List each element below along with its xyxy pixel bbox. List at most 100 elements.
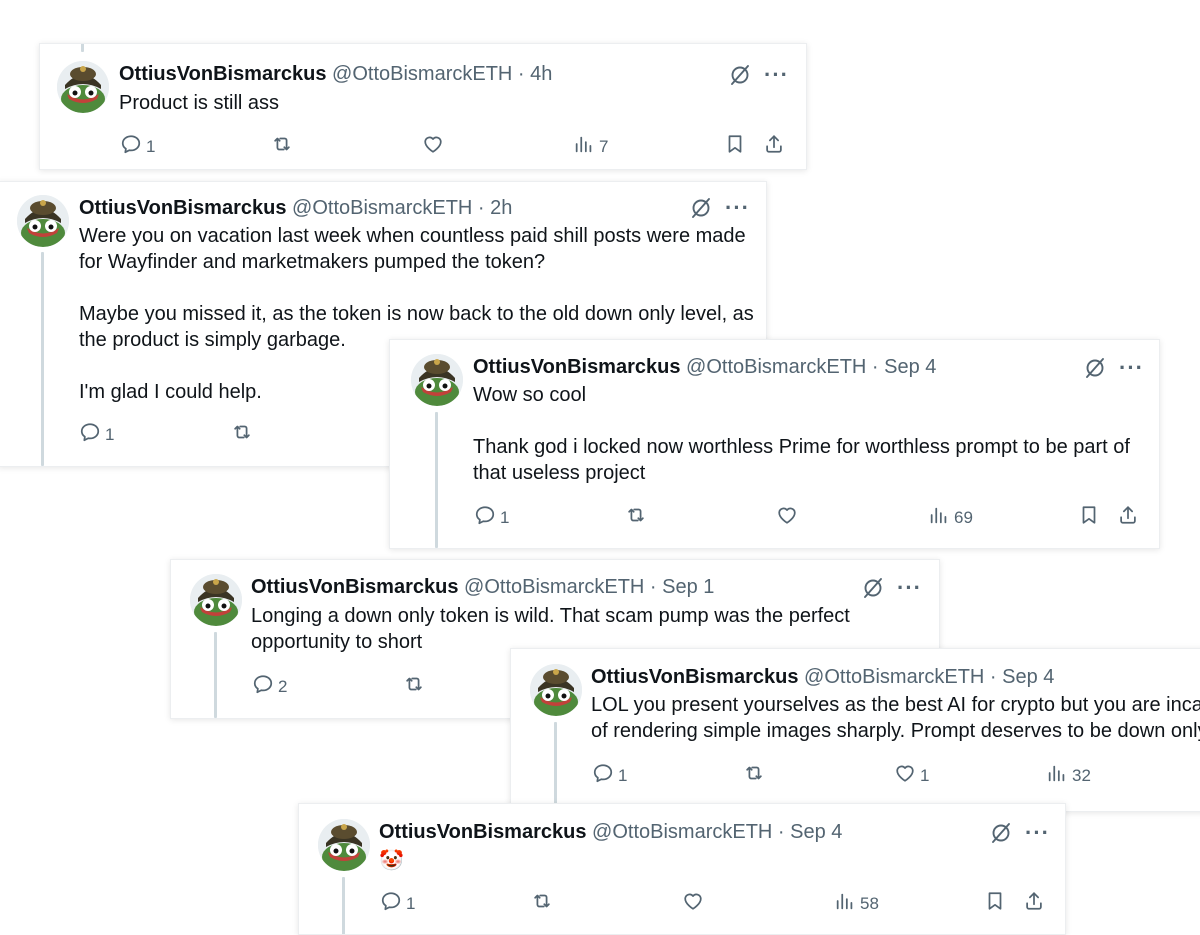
author-handle[interactable]: @OttoBismarckETH [292,197,472,219]
grok-icon[interactable] [989,821,1013,845]
views-count: 58 [860,893,879,913]
thread-line [214,632,217,718]
avatar[interactable] [411,354,463,406]
tweet-card[interactable]: OttiusVonBismarckus @OttoBismarckETH · S… [389,339,1160,549]
more-icon[interactable]: ··· [725,197,750,219]
reply-count: 1 [618,765,628,785]
views-button[interactable]: 32 [1046,762,1091,789]
bookmark-button[interactable] [984,890,1006,917]
share-button[interactable] [1117,504,1139,531]
bookmark-button[interactable] [1078,504,1100,531]
grok-icon[interactable] [689,196,713,220]
author-name[interactable]: OttiusVonBismarckus [591,666,798,688]
author-handle[interactable]: @OttoBismarckETH [804,666,984,688]
reply-icon [252,673,274,700]
reply-count: 1 [146,136,156,156]
heart-icon [776,504,798,531]
bookmark-button[interactable] [724,133,746,160]
timestamp[interactable]: Sep 4 [884,356,936,378]
reply-button[interactable]: 1 [592,762,627,789]
avatar[interactable] [17,195,69,247]
reply-icon [380,890,402,917]
author-name[interactable]: OttiusVonBismarckus [79,197,286,219]
avatar[interactable] [318,819,370,871]
author-handle[interactable]: @OttoBismarckETH [332,63,512,85]
more-icon[interactable]: ··· [764,64,789,86]
grok-icon[interactable] [861,576,885,600]
avatar[interactable] [57,61,109,113]
thread-line [342,877,345,934]
author-name[interactable]: OttiusVonBismarckus [379,821,586,843]
like-button[interactable] [682,890,704,917]
author-handle[interactable]: @OttoBismarckETH [686,356,866,378]
reply-count: 1 [500,507,510,527]
retweet-button[interactable] [231,421,253,448]
retweet-button[interactable] [531,890,553,917]
author-handle[interactable]: @OttoBismarckETH [592,821,772,843]
more-icon[interactable]: ··· [897,577,922,599]
views-button[interactable]: 58 [834,890,879,917]
avatar[interactable] [530,664,582,716]
share-button[interactable] [1023,890,1045,917]
like-button[interactable]: 1 [894,762,929,789]
views-count: 7 [599,136,609,156]
timestamp[interactable]: Sep 1 [662,576,714,598]
reply-icon [474,504,496,531]
like-button[interactable] [422,133,444,160]
grok-icon[interactable] [1083,356,1107,380]
retweet-icon [403,673,425,700]
timestamp[interactable]: Sep 4 [1002,666,1054,688]
views-icon [1046,762,1068,789]
tweet-card[interactable]: OttiusVonBismarckus @OttoBismarckETH · 4… [39,43,807,170]
separator: · [871,356,879,378]
share-icon [1023,890,1045,917]
bookmark-button[interactable] [1196,762,1200,789]
like-button[interactable] [776,504,798,531]
thread-line [435,412,438,548]
retweet-icon [531,890,553,917]
author-name[interactable]: OttiusVonBismarckus [251,576,458,598]
author-name[interactable]: OttiusVonBismarckus [473,356,680,378]
thread-line [554,722,557,811]
retweet-button[interactable] [743,762,765,789]
retweet-icon [743,762,765,789]
reply-button[interactable]: 1 [474,504,509,531]
bookmark-icon [1196,762,1200,789]
thread-line [41,252,44,466]
heart-icon [422,133,444,160]
retweet-button[interactable] [271,133,293,160]
heart-icon [682,890,704,917]
reply-button[interactable]: 1 [79,421,114,448]
author-handle[interactable]: @OttoBismarckETH [464,576,644,598]
reply-button[interactable]: 1 [380,890,415,917]
avatar[interactable] [190,574,242,626]
timestamp[interactable]: 4h [530,63,552,85]
more-icon[interactable]: ··· [1119,357,1144,379]
timestamp[interactable]: 2h [490,197,512,219]
bookmark-icon [1078,504,1100,531]
reply-icon [79,421,101,448]
tweet-card[interactable]: OttiusVonBismarckus @OttoBismarckETH · S… [298,803,1066,935]
views-button[interactable]: 69 [928,504,973,531]
tweet-card[interactable]: OttiusVonBismarckus @OttoBismarckETH · S… [510,648,1200,812]
views-icon [928,504,950,531]
views-button[interactable]: 7 [573,133,608,160]
retweet-icon [231,421,253,448]
bookmark-icon [984,890,1006,917]
reply-button[interactable]: 1 [120,133,155,160]
reply-count: 1 [105,424,115,444]
tweet-text: 🤡 [379,850,404,872]
reply-button[interactable]: 2 [252,673,287,700]
views-count: 69 [954,507,973,527]
retweet-button[interactable] [403,673,425,700]
bookmark-icon [724,133,746,160]
retweet-button[interactable] [625,504,647,531]
grok-icon[interactable] [728,63,752,87]
tweet-text: LOL you present yourselves as the best A… [591,694,1200,742]
timestamp[interactable]: Sep 4 [790,821,842,843]
share-button[interactable] [763,133,785,160]
more-icon[interactable]: ··· [1025,822,1050,844]
separator: · [517,63,525,85]
author-name[interactable]: OttiusVonBismarckus [119,63,326,85]
thread-line [81,44,84,52]
